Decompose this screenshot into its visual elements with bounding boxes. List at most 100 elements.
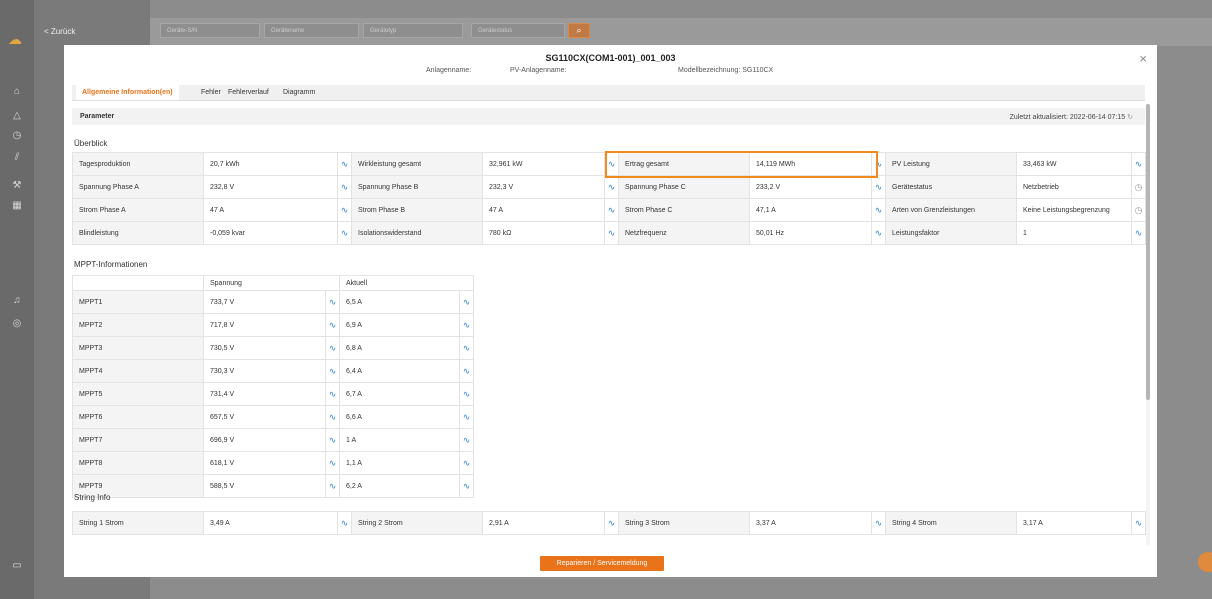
tab-diagram[interactable]: Diagramm (277, 85, 321, 100)
mppt-row: MPPT5 731,4 V ∿ 6,7 A ∿ (72, 382, 475, 406)
repair-service-button[interactable]: Reparieren / Servicemeldung (540, 556, 664, 571)
mppt-voltage: 730,5 V (203, 336, 326, 360)
clock-icon[interactable]: ◷ (1131, 175, 1146, 199)
trend-icon[interactable]: ∿ (324, 474, 341, 498)
search-button[interactable]: ⌕ (568, 23, 590, 38)
trend-icon[interactable]: ∿ (459, 474, 475, 498)
mppt-row: MPPT7 696,9 V ∿ 1 A ∿ (72, 428, 475, 452)
mppt-voltage: 588,5 V (203, 474, 326, 498)
monitor-icon[interactable]: ▭ (10, 560, 24, 572)
tool-icon[interactable]: ⚒ (10, 180, 24, 192)
string-table: String 1 Strom 3,49 A ∿ String 2 Strom 2,91 … (72, 511, 1146, 535)
mppt-header-voltage: Spannung (202, 275, 341, 291)
overview-value: 232,8 V (203, 175, 338, 199)
back-link[interactable]: < Zurück (44, 27, 75, 36)
trend-icon[interactable]: ∿ (459, 405, 475, 429)
trend-icon[interactable]: ∿ (604, 221, 619, 245)
chart-icon[interactable]: ⫽ (10, 152, 24, 164)
tab-error-history[interactable]: Fehlerverlauf (222, 85, 275, 100)
mppt-current: 6,7 A (339, 382, 461, 406)
mppt-row: MPPT3 730,5 V ∿ 6,8 A ∿ (72, 336, 475, 360)
trend-icon[interactable]: ∿ (324, 313, 341, 337)
overview-label: Spannung Phase B (351, 175, 483, 199)
trend-icon[interactable]: ∿ (337, 221, 352, 245)
last-updated: Zuletzt aktualisiert: 2022-06-14 07:15 ↻ (1010, 113, 1133, 121)
overview-value: Netzbetrieb (1016, 175, 1132, 199)
overview-value: 33,463 kW (1016, 152, 1132, 176)
trend-icon[interactable]: ∿ (324, 290, 341, 314)
trend-icon[interactable]: ∿ (337, 152, 352, 176)
trend-icon[interactable]: ∿ (337, 198, 352, 222)
trend-icon[interactable]: ∿ (459, 382, 475, 406)
mppt-name: MPPT4 (72, 359, 204, 383)
trend-icon[interactable]: ∿ (337, 175, 352, 199)
trend-icon[interactable]: ∿ (871, 198, 886, 222)
overview-value: 14,119 MWh (749, 152, 872, 176)
trend-icon[interactable]: ∿ (324, 359, 341, 383)
settings-icon[interactable]: ◷ (10, 130, 24, 142)
overview-row: Strom Phase A 47 A ∿ Strom Phase B 47 A ∿ Stro… (72, 198, 1146, 222)
clock-icon[interactable]: ◷ (1131, 198, 1146, 222)
trend-icon[interactable]: ∿ (604, 175, 619, 199)
trend-icon[interactable]: ∿ (1131, 221, 1146, 245)
overview-label: Wirkleistung gesamt (351, 152, 483, 176)
mppt-current: 6,2 A (339, 474, 461, 498)
overview-value: 47 A (203, 198, 338, 222)
grid-icon[interactable]: ▦ (10, 200, 24, 212)
serial-number-filter[interactable]: Geräte-S/N (160, 23, 260, 38)
help-bubble[interactable] (1198, 552, 1212, 572)
bell-icon[interactable]: ♫ (10, 295, 24, 307)
mppt-name: MPPT5 (72, 382, 204, 406)
trend-icon[interactable]: ∿ (459, 428, 475, 452)
trend-icon[interactable]: ∿ (459, 313, 475, 337)
mppt-row: MPPT1 733,7 V ∿ 6,5 A ∿ (72, 290, 475, 314)
trend-icon[interactable]: ∿ (459, 359, 475, 383)
trend-icon[interactable]: ∿ (871, 175, 886, 199)
scrollbar-thumb[interactable] (1146, 104, 1150, 400)
trend-icon[interactable]: ∿ (604, 511, 619, 535)
overview-value: 47,1 A (749, 198, 872, 222)
overview-value: -0,059 kvar (203, 221, 338, 245)
tab-general-info[interactable]: Allgemeine Information(en) (76, 85, 179, 100)
close-icon[interactable]: × (1139, 51, 1147, 66)
trend-icon[interactable]: ∿ (1131, 152, 1146, 176)
string-row: String 1 Strom 3,49 A ∿ String 2 Strom 2,91 … (72, 511, 1146, 535)
mppt-table: Spannung Aktuell MPPT1 733,7 V ∿ 6,5 A ∿ MPPT… (72, 275, 475, 498)
overview-value: Keine Leistungsbegrenzung (1016, 198, 1132, 222)
string-label: String 2 Strom (351, 511, 483, 535)
trend-icon[interactable]: ∿ (1131, 511, 1146, 535)
device-type-filter[interactable]: Gerätetyp (363, 23, 463, 38)
string-value: 2,91 A (482, 511, 605, 535)
mppt-current: 1 A (339, 428, 461, 452)
mppt-row: MPPT4 730,3 V ∿ 6,4 A ∿ (72, 359, 475, 383)
trend-icon[interactable]: ∿ (337, 511, 352, 535)
device-detail-modal: SG110CX(COM1-001)_001_003 Anlagenname: P… (64, 45, 1157, 577)
trend-icon[interactable]: ∿ (459, 336, 475, 360)
trend-icon[interactable]: ∿ (324, 382, 341, 406)
device-status-filter[interactable]: Gerätestatus (471, 23, 565, 38)
trend-icon[interactable]: ∿ (871, 221, 886, 245)
string-value: 3,37 A (749, 511, 872, 535)
trend-icon[interactable]: ∿ (604, 198, 619, 222)
overview-value: 1 (1016, 221, 1132, 245)
trend-icon[interactable]: ∿ (871, 511, 886, 535)
overview-label: Blindleistung (72, 221, 204, 245)
overview-table: Tagesproduktion 20,7 kWh ∿ Wirkleistung ges… (72, 152, 1146, 245)
mppt-current: 6,5 A (339, 290, 461, 314)
trend-icon[interactable]: ∿ (324, 336, 341, 360)
trend-icon[interactable]: ∿ (604, 152, 619, 176)
refresh-icon[interactable]: ↻ (1127, 114, 1133, 121)
trend-icon[interactable]: ∿ (871, 152, 886, 176)
warning-icon[interactable]: △ (10, 110, 24, 122)
device-name-filter[interactable]: Gerätename (264, 23, 359, 38)
trend-icon[interactable]: ∿ (324, 405, 341, 429)
time-icon[interactable]: ◎ (10, 318, 24, 330)
trend-icon[interactable]: ∿ (459, 290, 475, 314)
trend-icon[interactable]: ∿ (324, 451, 341, 475)
home-icon[interactable]: ⌂ (10, 86, 24, 98)
trend-icon[interactable]: ∿ (324, 428, 341, 452)
trend-icon[interactable]: ∿ (459, 451, 475, 475)
overview-value: 50,01 Hz (749, 221, 872, 245)
overview-label: Netzfrequenz (618, 221, 750, 245)
parameter-label: Parameter (80, 113, 115, 120)
